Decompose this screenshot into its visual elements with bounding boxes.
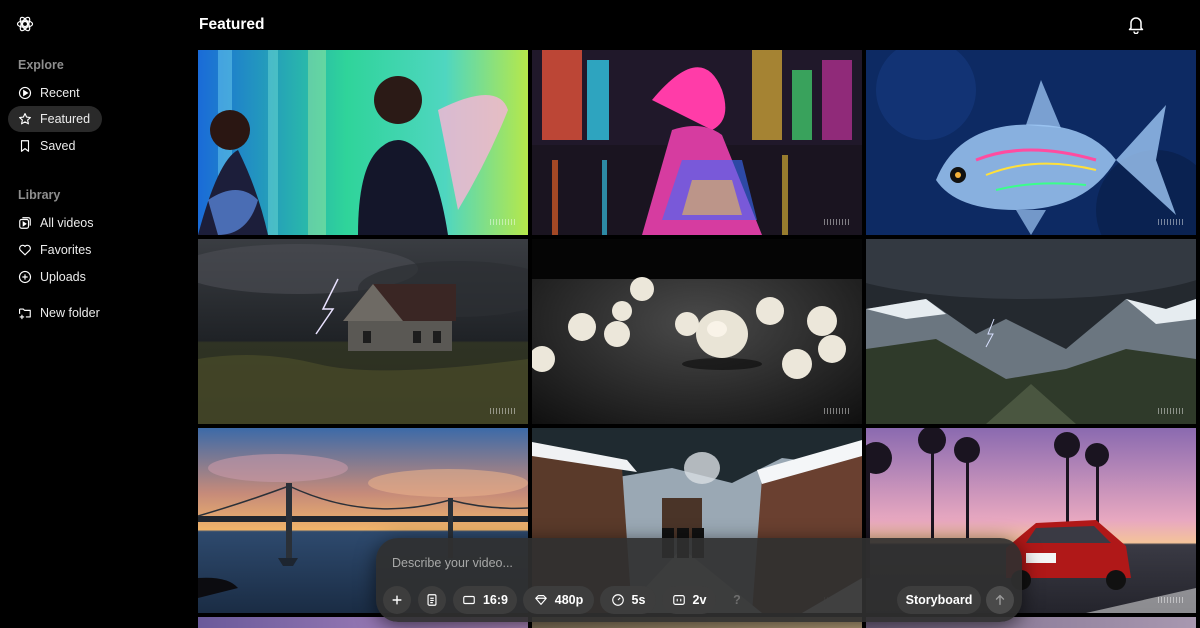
help-icon: ? bbox=[733, 593, 741, 607]
resolution-button[interactable]: 480p bbox=[523, 586, 594, 614]
sidebar-item-uploads[interactable]: Uploads bbox=[8, 264, 102, 290]
watermark bbox=[824, 408, 850, 414]
aspect-ratio-button[interactable]: 16:9 bbox=[453, 586, 517, 614]
watermark bbox=[490, 219, 516, 225]
heart-icon bbox=[19, 244, 31, 256]
openai-logo-icon[interactable] bbox=[15, 14, 35, 34]
variations-button[interactable]: 2v bbox=[662, 586, 716, 614]
sidebar-item-featured[interactable]: Featured bbox=[8, 106, 102, 132]
watermark bbox=[1158, 597, 1184, 603]
presets-button[interactable] bbox=[418, 586, 446, 614]
sidebar-item-label: Featured bbox=[40, 112, 91, 126]
page-title: Featured bbox=[199, 16, 265, 33]
video-thumbnail bbox=[198, 239, 528, 424]
duration-label: 5s bbox=[631, 593, 646, 607]
prompt-input[interactable] bbox=[392, 556, 892, 570]
video-library-icon bbox=[19, 217, 31, 229]
aspect-ratio-icon bbox=[463, 595, 475, 605]
sidebar-item-label: New folder bbox=[40, 306, 100, 320]
help-button[interactable]: ? bbox=[723, 586, 751, 614]
sidebar-item-favorites[interactable]: Favorites bbox=[8, 237, 102, 263]
sidebar: Explore Recent Featured Saved Library Al… bbox=[0, 0, 196, 628]
video-thumbnail bbox=[866, 239, 1196, 424]
video-tile-popcorn[interactable] bbox=[532, 239, 862, 424]
explore-section-label: Explore bbox=[18, 58, 64, 72]
video-tile-glowing-fish[interactable] bbox=[866, 50, 1196, 235]
sidebar-item-new-folder[interactable]: New folder bbox=[8, 300, 118, 326]
duration-button[interactable]: 5s bbox=[600, 586, 656, 614]
play-circle-icon bbox=[18, 86, 32, 100]
sidebar-item-label: Saved bbox=[40, 139, 76, 153]
watermark bbox=[1158, 219, 1184, 225]
resolution-label: 480p bbox=[554, 593, 584, 607]
watermark bbox=[490, 408, 516, 414]
watermark bbox=[824, 219, 850, 225]
video-thumbnail bbox=[532, 239, 862, 424]
video-tile-city-rain-dancer[interactable] bbox=[532, 50, 862, 235]
star-icon bbox=[19, 113, 31, 125]
arrow-up-icon bbox=[995, 594, 1005, 606]
video-tile-neon-angel[interactable] bbox=[198, 50, 528, 235]
diamond-icon bbox=[534, 595, 547, 605]
video-thumbnail bbox=[198, 50, 528, 235]
plus-icon bbox=[392, 595, 402, 605]
prompt-composer: 16:9 480p 5s 2v ? Storyboard bbox=[376, 538, 1022, 622]
document-icon bbox=[427, 594, 437, 606]
sidebar-item-label: All videos bbox=[40, 216, 94, 230]
plus-circle-icon bbox=[18, 270, 32, 284]
sidebar-item-label: Favorites bbox=[40, 243, 92, 257]
video-thumbnail bbox=[866, 50, 1196, 235]
notification-bell-icon[interactable] bbox=[1126, 14, 1146, 34]
clock-icon bbox=[611, 594, 624, 606]
sidebar-item-label: Uploads bbox=[40, 270, 86, 284]
sidebar-item-all-videos[interactable]: All videos bbox=[8, 210, 102, 236]
video-thumbnail bbox=[532, 50, 862, 235]
folder-plus-icon bbox=[19, 308, 31, 320]
video-tile-storm-house[interactable] bbox=[198, 239, 528, 424]
add-button[interactable] bbox=[383, 586, 411, 614]
variations-label: 2v bbox=[692, 593, 707, 607]
aspect-ratio-label: 16:9 bbox=[482, 593, 509, 607]
send-button[interactable] bbox=[986, 586, 1014, 614]
sidebar-item-saved[interactable]: Saved bbox=[8, 133, 102, 159]
watermark bbox=[1158, 408, 1184, 414]
library-section-label: Library bbox=[18, 188, 61, 202]
bookmark-icon bbox=[20, 140, 30, 152]
sidebar-item-recent[interactable]: Recent bbox=[8, 80, 102, 106]
video-tile-mountain-valley[interactable] bbox=[866, 239, 1196, 424]
storyboard-label: Storyboard bbox=[905, 593, 973, 607]
storyboard-button[interactable]: Storyboard bbox=[897, 586, 981, 614]
variations-icon bbox=[672, 595, 685, 605]
sidebar-item-label: Recent bbox=[40, 86, 80, 100]
